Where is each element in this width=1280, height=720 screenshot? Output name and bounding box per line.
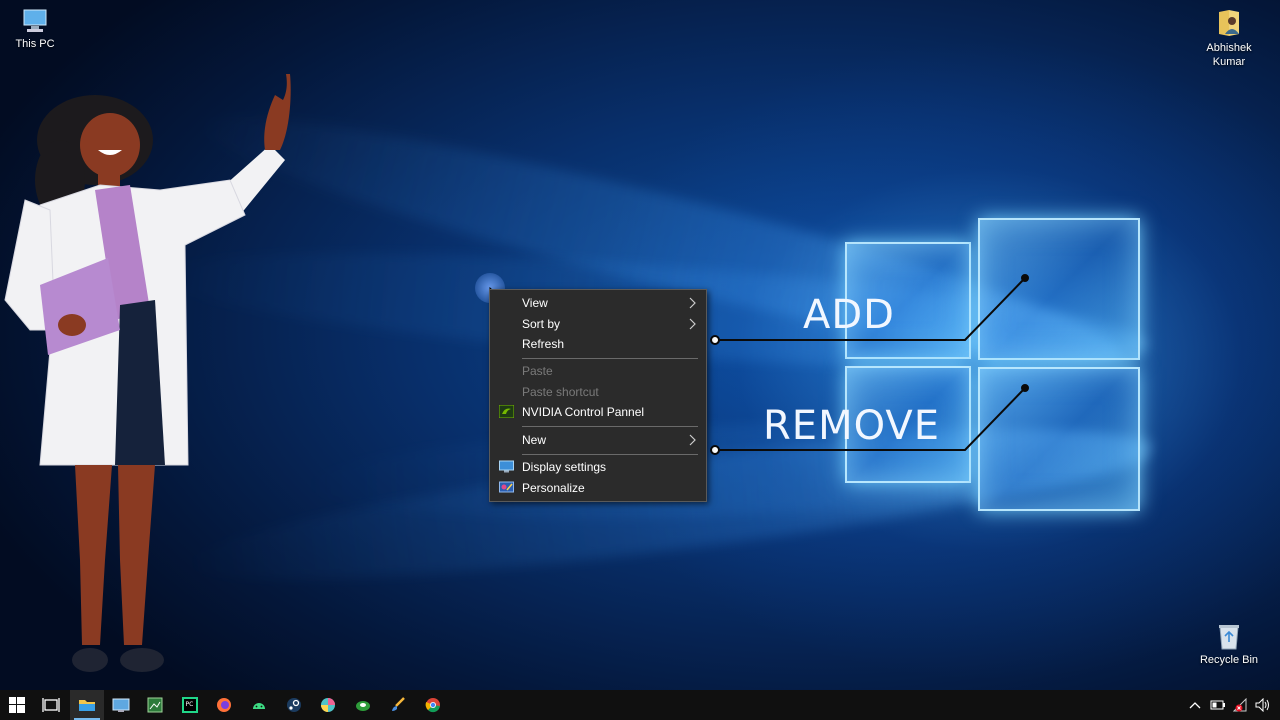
tray-network[interactable] [1229, 690, 1253, 720]
taskbar-app-chrome[interactable] [416, 690, 450, 720]
taskbar-app-image-viewer[interactable] [138, 690, 172, 720]
taskbar-app-xbox[interactable] [346, 690, 380, 720]
task-view-button[interactable] [34, 690, 68, 720]
menu-item-paste: Paste [490, 361, 706, 381]
menu-item-label: Sort by [522, 317, 561, 331]
network-icon [1233, 698, 1247, 712]
menu-item-new[interactable]: New [490, 430, 706, 450]
recycle-bin-icon [1219, 625, 1239, 650]
display-icon [499, 460, 514, 473]
browser-icon [321, 698, 335, 712]
tray-volume[interactable] [1251, 690, 1275, 720]
menu-separator [522, 358, 698, 359]
desktop-icon-label: This PC [15, 38, 55, 50]
presenter-illustration [4, 74, 291, 672]
taskbar-app-browser[interactable] [311, 690, 345, 720]
menu-item-label: Display settings [522, 460, 607, 474]
desktop-background[interactable]: ADD REMOVE This PC Abhishek Kumar Recycl… [0, 0, 1280, 690]
menu-item-label: Paste [522, 364, 553, 378]
taskbar-app-steam[interactable] [277, 690, 311, 720]
desktop-icon-recycle-bin[interactable]: Recycle Bin [1191, 622, 1267, 667]
svg-text:PC: PC [186, 701, 194, 708]
taskbar-app-android-studio[interactable] [242, 690, 276, 720]
remove-callout-line [710, 384, 1029, 455]
desktop-icon-user-folder[interactable]: Abhishek Kumar [1191, 8, 1267, 69]
battery-icon [1210, 700, 1225, 710]
android-studio-icon [253, 703, 265, 709]
menu-item-nvidia-control-panel[interactable]: NVIDIA Control Pannel [490, 402, 706, 422]
firefox-icon [217, 698, 231, 712]
desktop-icon-this-pc[interactable]: This PC [0, 8, 73, 51]
menu-item-sort-by[interactable]: Sort by [490, 314, 706, 334]
steam-icon [287, 698, 301, 712]
add-callout-line [710, 274, 1029, 345]
menu-item-view[interactable]: View [490, 293, 706, 313]
menu-item-label: View [522, 296, 548, 310]
taskbar-app-brush[interactable] [381, 690, 415, 720]
tray-battery[interactable] [1206, 690, 1230, 720]
menu-item-label: Paste shortcut [522, 385, 599, 399]
taskbar-app-pycharm[interactable]: PC [173, 690, 207, 720]
taskbar-app-firefox[interactable] [207, 690, 241, 720]
menu-item-label: New [522, 433, 547, 447]
menu-item-display-settings[interactable]: Display settings [490, 457, 706, 477]
submenu-arrow-icon [689, 297, 696, 309]
desktop-icon-label: Abhishek Kumar [1206, 42, 1252, 68]
desktop-icon-label: Recycle Bin [1199, 654, 1259, 666]
start-icon [9, 697, 25, 713]
xbox-icon [356, 701, 370, 711]
personalize-icon [499, 481, 514, 493]
user-folder-icon [1219, 10, 1239, 36]
menu-separator [522, 454, 698, 455]
computer-icon [23, 9, 47, 32]
menu-item-label: Personalize [522, 481, 585, 495]
show-hidden-icons-icon [1189, 702, 1201, 709]
start-button[interactable] [0, 690, 34, 720]
desktop-context-menu: View Sort by Refresh Paste Paste shortcu… [489, 289, 707, 502]
menu-item-personalize[interactable]: Personalize [490, 478, 706, 498]
task-view-icon [42, 698, 60, 712]
taskbar-app-control-panel[interactable] [104, 690, 138, 720]
submenu-arrow-icon [689, 318, 696, 330]
menu-item-refresh[interactable]: Refresh [490, 334, 706, 354]
nvidia-icon [499, 405, 514, 418]
file-explorer-icon [79, 700, 95, 711]
menu-item-paste-shortcut: Paste shortcut [490, 382, 706, 402]
image-viewer-icon [147, 697, 163, 713]
menu-separator [522, 426, 698, 427]
submenu-arrow-icon [689, 434, 696, 446]
chrome-icon [425, 698, 440, 713]
brush-icon [392, 697, 405, 711]
menu-item-label: NVIDIA Control Pannel [522, 405, 645, 419]
control-panel-icon [112, 698, 130, 712]
tray-show-hidden-icons[interactable] [1182, 690, 1208, 720]
taskbar-app-file-explorer[interactable] [70, 690, 104, 720]
menu-item-label: Refresh [522, 337, 565, 351]
taskbar: PC [0, 690, 1280, 720]
pycharm-icon: PC [182, 697, 198, 713]
volume-icon [1255, 698, 1269, 712]
